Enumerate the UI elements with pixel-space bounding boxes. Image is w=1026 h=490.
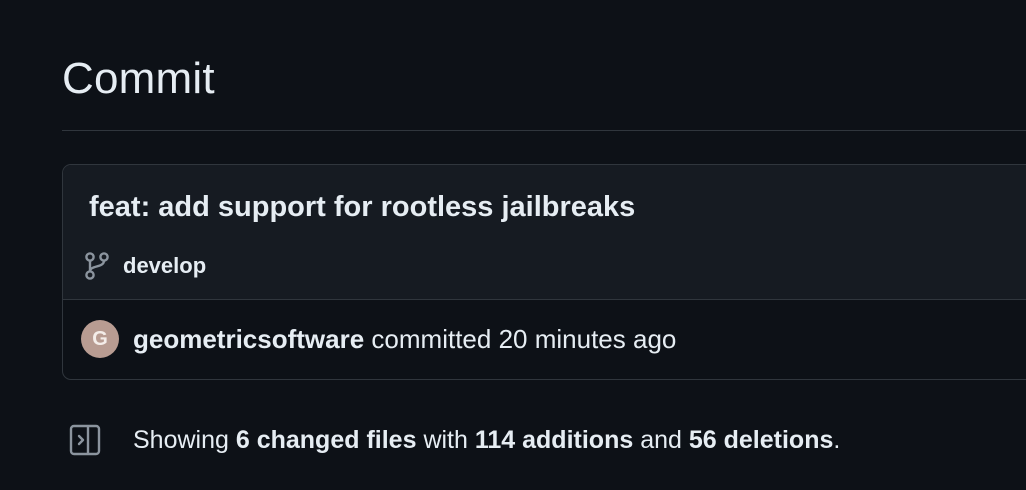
sidebar-toggle-icon[interactable] (68, 423, 102, 457)
commit-message: feat: add support for rootless jailbreak… (89, 191, 636, 223)
summary-with: with (423, 425, 468, 454)
avatar[interactable]: G (81, 320, 119, 358)
deletions-count: 56 deletions (688, 425, 834, 454)
git-branch-icon (83, 251, 111, 281)
diff-summary-row: Showing 6 changed files with 114 additio… (68, 420, 840, 460)
title-divider (62, 130, 1026, 131)
commit-box: feat: add support for rootless jailbreak… (62, 164, 1026, 380)
author-name-link[interactable]: geometricsoftware (133, 324, 364, 354)
branch-name-link[interactable]: develop (123, 253, 206, 279)
summary-prefix: Showing (133, 425, 229, 454)
additions-count: 114 additions (474, 425, 634, 454)
summary-suffix: . (833, 425, 841, 454)
author-text: geometricsoftware committed 20 minutes a… (133, 324, 676, 355)
page-title: Commit (62, 54, 215, 103)
changed-files-count: 6 changed files (235, 425, 417, 454)
commit-header: feat: add support for rootless jailbreak… (63, 165, 1026, 300)
author-row: G geometricsoftware committed 20 minutes… (81, 319, 676, 359)
branch-row: develop (83, 251, 206, 281)
diff-summary-text: Showing 6 changed files with 114 additio… (133, 426, 840, 455)
commit-action: committed (371, 323, 492, 354)
avatar-initial: G (92, 327, 108, 350)
summary-and: and (640, 425, 682, 454)
commit-time: 20 minutes ago (498, 323, 677, 354)
